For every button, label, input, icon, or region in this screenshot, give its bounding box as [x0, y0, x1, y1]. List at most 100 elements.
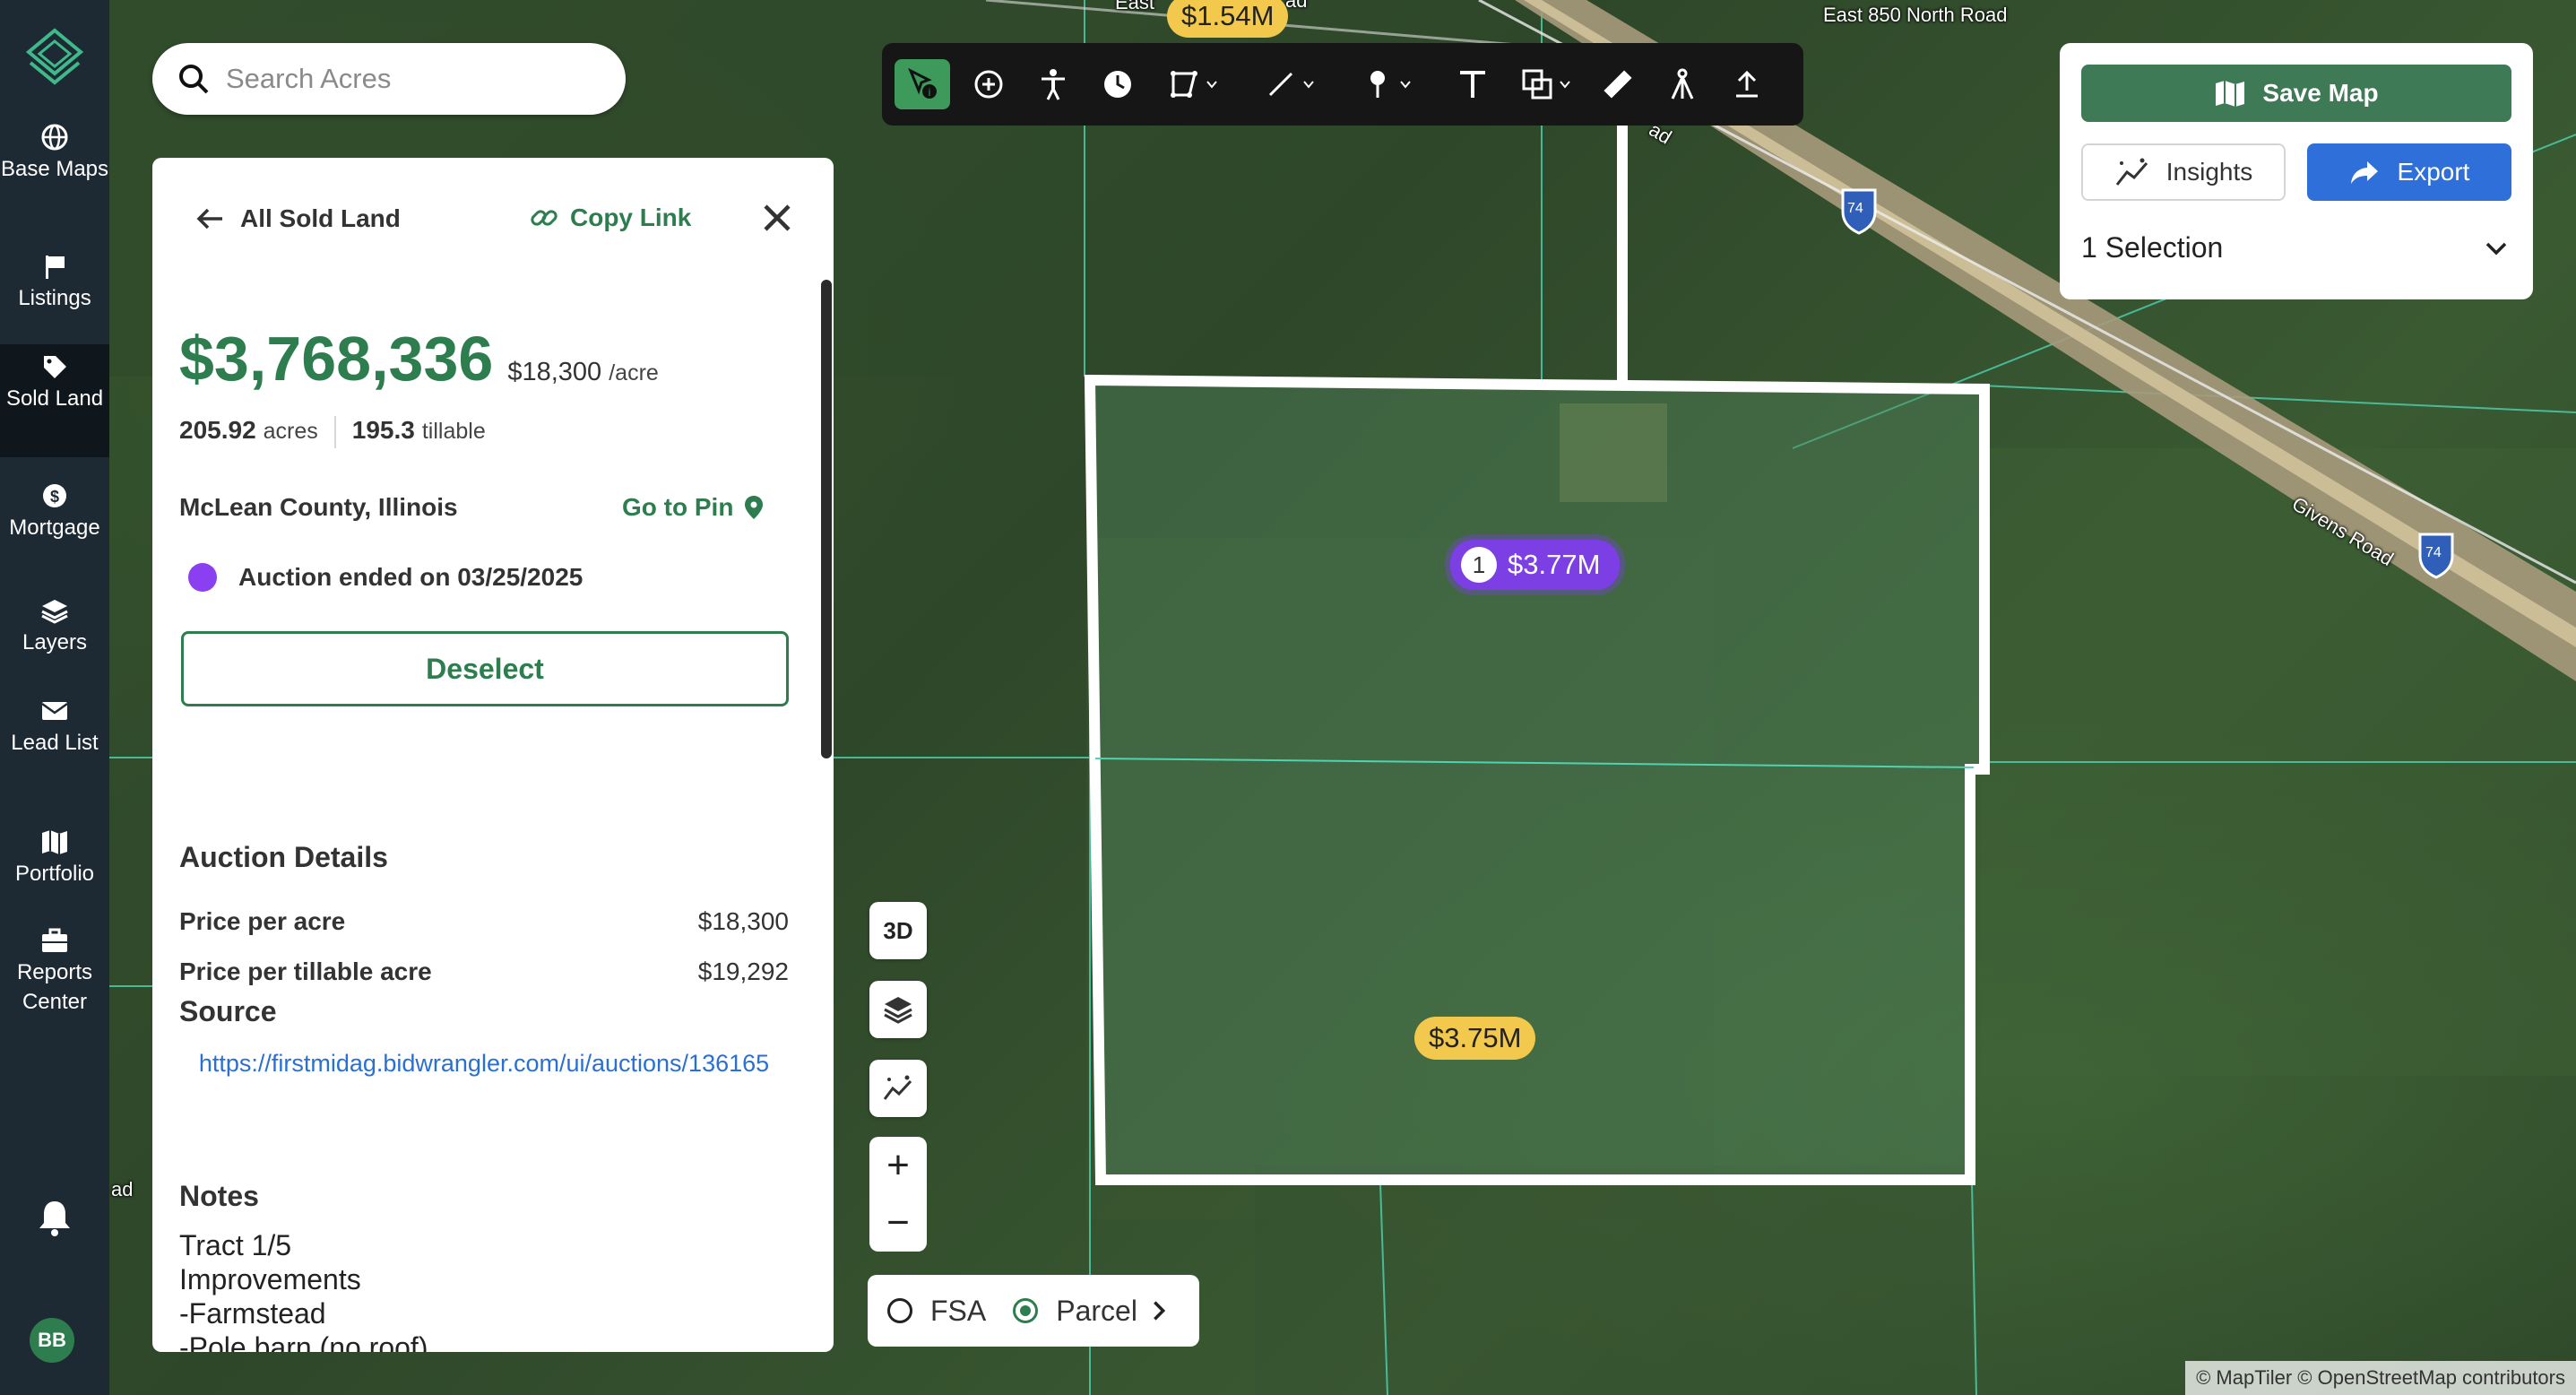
search-icon — [179, 65, 209, 94]
nav-label: Layers — [22, 630, 88, 654]
ruler-icon — [1604, 70, 1632, 99]
deselect-button[interactable]: Deselect — [181, 631, 789, 706]
road-label: East — [1115, 0, 1155, 13]
nav-label: Reports Center — [16, 960, 93, 1014]
zoom-in-button[interactable]: + — [869, 1137, 927, 1194]
fsa-label: FSA — [930, 1294, 987, 1327]
text-tool[interactable] — [1450, 59, 1495, 109]
nav-item-listings[interactable]: Listings — [0, 253, 109, 313]
chevron-down-icon — [1400, 81, 1411, 89]
nav-item-lead-list[interactable]: Lead List — [0, 698, 109, 758]
briefcase-icon — [42, 928, 67, 952]
sold-land-detail-panel: All Sold Land Copy Link $3,768,336 $18,3… — [152, 158, 834, 1352]
map-layers-button[interactable] — [869, 981, 927, 1038]
pin-price: $3.77M — [1508, 549, 1601, 580]
map-icon — [2216, 81, 2245, 107]
pin-tool[interactable] — [1355, 59, 1418, 109]
status-dot — [188, 563, 217, 592]
add-circle-tool[interactable] — [968, 59, 1009, 109]
price-pin[interactable]: $1.54M — [1167, 0, 1289, 38]
detail-row: Price per acre $18,300 — [179, 907, 789, 936]
map-actions-card: Save Map Insights Export 1 Selection — [2060, 43, 2533, 299]
chevron-right-icon[interactable] — [1146, 1298, 1171, 1323]
3d-toggle-button[interactable]: 3D — [869, 902, 927, 959]
copy-link-label: Copy Link — [570, 204, 692, 231]
map-insights-button[interactable] — [869, 1060, 927, 1117]
text-icon — [1460, 71, 1485, 98]
app-logo-icon[interactable] — [25, 27, 84, 86]
road-label: ad — [111, 1178, 134, 1200]
zoom-out-button[interactable]: − — [869, 1194, 927, 1252]
avatar[interactable]: BB — [30, 1318, 74, 1363]
insights-label: Insights — [2165, 158, 2253, 186]
chevron-down-icon — [1206, 81, 1217, 89]
back-to-all-sold-land[interactable]: All Sold Land — [194, 203, 401, 235]
price-pin-selected[interactable]: 1 $3.77M — [1450, 540, 1621, 590]
detail-label: Price per acre — [179, 907, 346, 935]
county-location: McLean County, Illinois — [179, 493, 458, 521]
pin-number: 1 — [1461, 547, 1497, 583]
line-tool[interactable] — [1258, 59, 1321, 109]
highway-shield-label: 74 — [1847, 201, 1863, 216]
save-map-button[interactable]: Save Map — [2081, 65, 2511, 122]
dollar-icon: $ — [43, 484, 66, 507]
auction-details-heading: Auction Details — [179, 841, 388, 873]
select-info-tool[interactable]: i — [895, 59, 950, 109]
arrow-left-icon — [196, 208, 222, 230]
mail-icon — [41, 702, 68, 720]
select-info-icon: i — [908, 67, 937, 99]
copy-link-button[interactable]: Copy Link — [529, 203, 691, 233]
close-icon[interactable] — [758, 199, 796, 237]
survey-tool[interactable] — [1662, 59, 1703, 109]
source-link[interactable]: https://firstmidag.bidwrangler.com/ui/au… — [179, 1044, 789, 1083]
shapes-tool[interactable] — [1513, 59, 1579, 109]
parcel-label: Parcel — [1056, 1294, 1137, 1327]
upload-tool[interactable] — [1726, 59, 1768, 109]
drawing-toolbar: i — [882, 43, 1803, 126]
auction-status-text: Auction ended on 03/25/2025 — [238, 563, 583, 591]
ruler-tool[interactable] — [1597, 59, 1638, 109]
parcel-radio[interactable] — [1013, 1298, 1039, 1323]
export-label: Export — [2397, 158, 2470, 186]
insights-button[interactable]: Insights — [2081, 143, 2286, 201]
accessibility-tool[interactable] — [1033, 59, 1074, 109]
nav-item-mortgage[interactable]: $ Mortgage — [0, 482, 109, 542]
highway-shield-label: 74 — [2425, 545, 2442, 560]
save-map-label: Save Map — [2262, 79, 2379, 107]
acres-label: acres — [263, 419, 318, 444]
boundary-layer-toggle: FSA Parcel — [868, 1275, 1199, 1347]
panel-scrollbar[interactable] — [821, 280, 832, 758]
link-icon — [531, 210, 558, 226]
nav-item-reports-center[interactable]: Reports Center — [0, 927, 109, 1017]
bell-icon[interactable] — [36, 1198, 73, 1237]
clock-tool[interactable] — [1097, 59, 1138, 109]
polygon-tool[interactable] — [1162, 59, 1224, 109]
search-bar[interactable] — [152, 43, 626, 115]
price-pin[interactable]: $3.75M — [1414, 1017, 1536, 1060]
nav-label: Portfolio — [14, 862, 95, 886]
go-to-pin-link[interactable]: Go to Pin — [622, 493, 765, 522]
globe-icon — [41, 124, 68, 151]
export-button[interactable]: Export — [2307, 143, 2511, 201]
nav-item-sold-land[interactable]: Sold Land — [0, 344, 109, 457]
upload-icon — [1736, 70, 1758, 98]
shapes-icon — [1522, 69, 1552, 100]
price-per-acre-value: $18,300 — [507, 358, 602, 386]
map-attribution[interactable]: © MapTiler © OpenStreetMap contributors — [2185, 1361, 2576, 1395]
fsa-radio[interactable] — [887, 1298, 912, 1323]
add-circle-icon — [974, 70, 1003, 99]
line-icon — [1268, 72, 1293, 97]
pin-icon — [1370, 71, 1385, 98]
nav-item-portfolio[interactable]: Portfolio — [0, 828, 109, 888]
divider — [333, 416, 336, 448]
chevron-down-icon — [1560, 81, 1570, 89]
nav-item-layers[interactable]: Layers — [0, 597, 109, 657]
sale-price-block: $3,768,336 $18,300 /acre — [179, 323, 659, 394]
source-heading: Source — [179, 995, 277, 1027]
notes-text: Tract 1/5 Improvements -Farmstead -Pole … — [179, 1229, 428, 1352]
selection-dropdown[interactable]: 1 Selection — [2081, 231, 2511, 264]
nav-item-base-maps[interactable]: Base Maps — [0, 124, 109, 184]
search-input[interactable] — [224, 62, 586, 96]
sparkle-chart-icon — [2115, 158, 2148, 186]
road-label: ad — [1285, 0, 1308, 12]
